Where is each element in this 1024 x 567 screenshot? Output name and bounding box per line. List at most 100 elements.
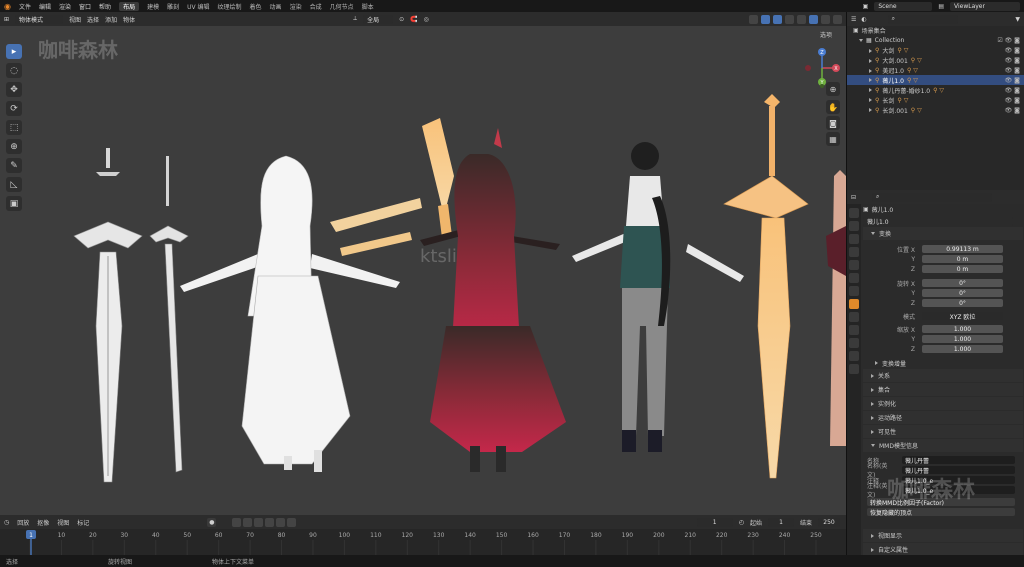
scene-tab-icon[interactable]	[849, 260, 859, 270]
tab-shading[interactable]: 着色	[250, 2, 262, 11]
transform-panel-header[interactable]: 变换	[863, 227, 1023, 240]
menu-view[interactable]: 视图	[69, 15, 81, 24]
jump-end-icon[interactable]	[287, 517, 297, 527]
pivot-icon[interactable]: ⊙	[399, 16, 404, 23]
expand-arrow-icon[interactable]	[869, 108, 872, 113]
expand-arrow-icon[interactable]	[869, 68, 872, 73]
visibility-eye-icon[interactable]: 👁 ◙	[1005, 77, 1024, 84]
scene-selector[interactable]: Scene	[874, 1, 933, 11]
filter-icon[interactable]: ▼	[1015, 16, 1020, 23]
scale-y-field[interactable]: 1.000	[922, 335, 1003, 343]
crimson-sword-model[interactable]	[826, 170, 846, 446]
rotation-x-field[interactable]: 0°	[922, 279, 1003, 287]
timeline-editor-icon[interactable]: ◷	[4, 519, 9, 526]
texture-tab-icon[interactable]	[849, 364, 859, 374]
silver-greatsword-model[interactable]	[73, 148, 143, 483]
menu-timeline-view[interactable]: 视图	[57, 518, 69, 527]
visibility-eye-icon[interactable]: 👁 ◙	[1005, 97, 1024, 104]
pan-hand-icon[interactable]: ✋	[826, 100, 840, 114]
checkbox-eye-camera-icons[interactable]: ☑ 👁 ◙	[997, 37, 1024, 44]
golden-sword-model[interactable]	[723, 94, 809, 479]
outliner-item[interactable]: ⚲ 长剑.001 ⚲ ▽ 👁 ◙	[847, 105, 1024, 115]
tab-texture-paint[interactable]: 纹理绘制	[218, 2, 242, 11]
blender-logo-icon[interactable]: ◉	[4, 2, 11, 11]
end-frame-field[interactable]: 250	[818, 517, 840, 527]
mmd-panel-header[interactable]: MMD模型信息	[863, 439, 1023, 452]
timeline-ruler[interactable]: 0102030405060708090100110120130140150160…	[0, 529, 846, 555]
bride-character-model[interactable]	[180, 155, 422, 472]
outliner-item[interactable]: ⚲ 薇儿1.0 ⚲ ▽ 👁 ◙	[847, 75, 1024, 86]
menu-select[interactable]: 选择	[87, 15, 99, 24]
object-name-field[interactable]: 薇儿1.0	[863, 216, 1013, 226]
wireframe-shading-icon[interactable]	[797, 14, 806, 24]
gizmo-toggle-icon[interactable]	[761, 14, 770, 24]
rotation-y-field[interactable]: 0°	[922, 289, 1003, 297]
display-mode-icon[interactable]: ◐	[861, 16, 866, 23]
view-layer-selector[interactable]: ViewLayer	[950, 1, 1020, 11]
scale-z-field[interactable]: 1.000	[922, 345, 1003, 353]
expand-arrow-icon[interactable]	[869, 88, 872, 93]
tab-compositing[interactable]: 合成	[310, 2, 322, 11]
prev-keyframe-icon[interactable]	[243, 517, 253, 527]
proportional-edit-icon[interactable]: ◎	[424, 16, 429, 23]
play-reverse-icon[interactable]	[254, 517, 264, 527]
tab-geometry-nodes[interactable]: 几何节点	[330, 2, 354, 11]
expand-arrow-icon[interactable]	[869, 48, 872, 53]
menu-object[interactable]: 物体	[123, 15, 135, 24]
outliner-item[interactable]: ⚲ 大剑.001 ⚲ ▽ 👁 ◙	[847, 56, 1024, 66]
tab-animation[interactable]: 动画	[270, 2, 282, 11]
object-tab-icon[interactable]	[849, 299, 859, 309]
instancing-panel-header[interactable]: 实例化	[863, 397, 1023, 410]
output-tab-icon[interactable]	[849, 234, 859, 244]
rotation-z-field[interactable]: 0°	[922, 299, 1003, 307]
editor-type-icon[interactable]: ⊞	[4, 16, 9, 23]
3d-viewport[interactable]: 选项 ▸ ◌ ✥ ⟳ ⬚ ⊕ ✎ ◺ ▣ 咖啡森林 ktsli.com	[0, 26, 846, 515]
preview-range-icon[interactable]: ◴	[739, 519, 744, 526]
outliner-scene-collection[interactable]: ▣ 场景集合	[847, 26, 1024, 36]
world-tab-icon[interactable]	[849, 273, 859, 283]
visibility-eye-icon[interactable]: 👁 ◙	[1005, 87, 1024, 94]
menu-render[interactable]: 渲染	[59, 2, 71, 11]
menu-help[interactable]: 帮助	[99, 2, 111, 11]
expand-arrow-icon[interactable]	[869, 98, 872, 103]
next-keyframe-icon[interactable]	[276, 517, 286, 527]
play-icon[interactable]	[265, 517, 275, 527]
jump-start-icon[interactable]	[232, 517, 242, 527]
view-layer-tab-icon[interactable]	[849, 247, 859, 257]
xray-toggle-icon[interactable]	[785, 14, 794, 24]
outliner-item[interactable]: ⚲ 美冠1.0 ⚲ ▽ 👁 ◙	[847, 66, 1024, 76]
expand-arrow-icon[interactable]	[869, 78, 872, 83]
menu-window[interactable]: 窗口	[79, 2, 91, 11]
rendered-shading-icon[interactable]	[833, 14, 842, 24]
data-tab-icon[interactable]	[849, 351, 859, 361]
tab-uv-editing[interactable]: UV 编辑	[187, 2, 209, 11]
outliner-item[interactable]: ⚲ 长剑 ⚲ ▽ 👁 ◙	[847, 95, 1024, 105]
record-icon[interactable]: ●	[207, 517, 217, 527]
delta-transform-subpanel[interactable]: 变换增量	[863, 358, 1023, 368]
rotation-mode-select[interactable]: XYZ 欧拉	[922, 312, 1003, 321]
outliner-item[interactable]: ⚲ 大剑 ⚲ ▽ 👁 ◙	[847, 46, 1024, 56]
menu-keying[interactable]: 抠像	[37, 518, 49, 527]
start-frame-field[interactable]: 1	[767, 517, 794, 527]
outliner-collection[interactable]: ▦ Collection ☑ 👁 ◙	[847, 36, 1024, 46]
camera-view-icon[interactable]: ◙	[826, 116, 840, 130]
collections-panel-header[interactable]: 集合	[863, 383, 1023, 396]
viewport-display-panel-header[interactable]: 视图显示	[863, 529, 1023, 542]
location-y-field[interactable]: 0 m	[922, 255, 1003, 263]
tab-rendering[interactable]: 渲染	[290, 2, 302, 11]
visibility-eye-icon[interactable]: 👁 ◙	[1005, 107, 1024, 114]
menu-playback[interactable]: 回放	[17, 518, 29, 527]
snap-icon[interactable]: 🧲	[410, 16, 417, 23]
visibility-eye-icon[interactable]: 👁 ◙	[1005, 47, 1024, 54]
solid-shading-icon[interactable]	[809, 14, 818, 24]
menu-file[interactable]: 文件	[19, 2, 31, 11]
menu-marker[interactable]: 标记	[77, 518, 89, 527]
material-shading-icon[interactable]	[821, 14, 830, 24]
outliner-editor-icon[interactable]: ☰	[851, 16, 856, 23]
menu-add[interactable]: 添加	[105, 15, 117, 24]
modifier-tab-icon[interactable]	[849, 312, 859, 322]
dark-haired-character-model[interactable]	[572, 142, 744, 452]
relations-panel-header[interactable]: 关系	[863, 369, 1023, 382]
current-frame-field[interactable]: 1	[696, 517, 733, 527]
location-z-field[interactable]: 0 m	[922, 265, 1003, 273]
